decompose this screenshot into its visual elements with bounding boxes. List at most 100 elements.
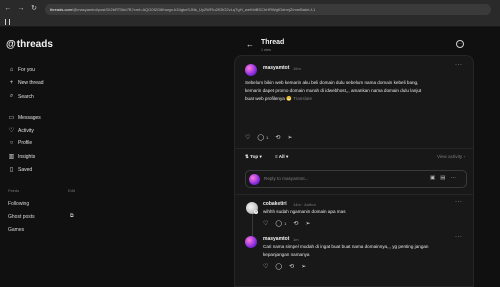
repost-icon[interactable]: ⟲ xyxy=(275,134,280,141)
browser-toolbar: ← → ↻ threads.com/@masyamtot/post/DI2bRT… xyxy=(0,0,500,18)
search-icon: ⌕ xyxy=(9,93,14,99)
reload-icon[interactable]: ↻ xyxy=(29,4,39,14)
reply-body: wihhh sudah ngamanin domain apa mas xyxy=(263,209,346,214)
home-icon: ⌂ xyxy=(9,67,14,73)
reply-username[interactable]: masyamtot xyxy=(263,236,289,242)
repost-icon[interactable]: ⟲ xyxy=(293,220,298,227)
sidebar-item-insights[interactable]: ▥ Insights xyxy=(8,153,36,161)
post-line: buat web profilenya 😁 xyxy=(245,96,292,101)
reply-placeholder: Reply to masyamtot... xyxy=(264,176,309,181)
reply-count: 1 xyxy=(284,221,287,226)
sort-row: ⇅ Top ▾ ≡ All ▾ View activity › xyxy=(245,154,465,162)
sort-top-label: Top xyxy=(250,154,259,159)
post-line: kemarin dapet promo domain murah di idwe… xyxy=(245,88,422,93)
feeds-heading: Feeds xyxy=(8,188,20,193)
feed-item-games[interactable]: Games xyxy=(8,227,24,233)
reply-body: Cari nama simpel mudah di ingat buat bua… xyxy=(263,243,468,259)
heart-icon: ♡ xyxy=(8,128,15,134)
thread-header: ← Thread 1 view ··· xyxy=(234,35,474,57)
reply-username[interactable]: cobaketiri xyxy=(263,201,287,207)
address-bar[interactable]: threads.com/@masyamtot/post/DI2bRT5kb7B?… xyxy=(45,3,491,15)
reply-time: 14m · Author xyxy=(293,201,316,207)
forward-icon[interactable]: → xyxy=(16,4,26,14)
reply-time: 1m xyxy=(293,236,299,242)
like-icon[interactable]: ♡ xyxy=(245,134,250,141)
author-badge: Author xyxy=(304,201,316,207)
back-icon[interactable]: ← xyxy=(3,4,13,14)
post-time: 16m xyxy=(293,65,301,71)
like-icon[interactable]: ♡ xyxy=(263,220,268,227)
feed-item-ghost-posts[interactable]: Ghost posts xyxy=(8,214,35,220)
sort-top-button[interactable]: ⇅ Top ▾ xyxy=(245,154,262,160)
like-icon[interactable]: ♡ xyxy=(263,263,268,270)
sidebar-item-label: Search xyxy=(18,93,34,100)
bookmarks-bar xyxy=(0,18,500,27)
sidebar-item-label: New thread xyxy=(18,80,44,86)
page-title: Thread xyxy=(261,39,285,46)
avatar xyxy=(249,173,260,185)
gif-icon[interactable]: ▤ xyxy=(440,175,445,181)
logo-text: threads xyxy=(16,39,53,50)
sidebar-toggle-icon[interactable] xyxy=(5,19,10,25)
post-actions: ♡ ◯ 1 ⟲ ➢ xyxy=(245,134,299,141)
reply-icon[interactable]: ◯ xyxy=(275,263,282,270)
sidebar-item-label: Messages xyxy=(18,114,41,121)
reply-input[interactable]: Reply to masyamtot... ▣ ▤ ··· xyxy=(245,170,467,188)
divider xyxy=(235,194,473,195)
feed-item-following[interactable]: Following xyxy=(8,201,29,207)
message-icon: ▭ xyxy=(8,115,15,121)
follow-plus-icon[interactable]: + xyxy=(254,210,258,214)
reply-actions: ♡ ◯ ⟲ ➢ xyxy=(263,263,313,270)
avatar[interactable] xyxy=(245,64,257,76)
view-activity-link[interactable]: View activity › xyxy=(437,154,465,159)
url-host: threads.com xyxy=(50,6,73,12)
share-icon[interactable]: ➢ xyxy=(305,220,310,227)
filter-all-button[interactable]: ≡ All ▾ xyxy=(275,154,288,160)
thread-card: masyamtot 16m ··· Sebelum bikin web kema… xyxy=(234,55,474,287)
more-options-icon[interactable]: ··· xyxy=(456,40,464,48)
reply-toolbar: ▣ ▤ ··· xyxy=(430,175,461,181)
share-icon[interactable]: ➢ xyxy=(287,134,292,141)
more-icon[interactable]: ··· xyxy=(450,175,456,181)
reply-line: Cari nama simpel mudah di ingat buat bua… xyxy=(263,244,429,249)
translate-link[interactable]: Translate xyxy=(293,96,312,101)
post-line-last: buat web profilenya 😁 Translate xyxy=(245,95,467,103)
image-icon[interactable]: ▣ xyxy=(430,175,435,181)
sidebar-item-messages[interactable]: ▭ Messages xyxy=(8,114,41,122)
sidebar-item-profile[interactable]: ○ Profile xyxy=(8,140,33,146)
avatar[interactable] xyxy=(245,236,257,248)
sidebar-item-activity[interactable]: ♡ Activity xyxy=(8,127,34,135)
sidebar: @ threads ⌂ For you + New thread ⌕ Searc… xyxy=(0,27,90,287)
arrow-left-icon[interactable]: ← xyxy=(246,40,254,49)
threads-logo[interactable]: @ threads xyxy=(6,39,53,50)
feeds-edit-link[interactable]: Edit xyxy=(68,188,75,193)
filter-all-label: All xyxy=(278,154,285,159)
sidebar-item-search[interactable]: ⌕ Search xyxy=(8,93,34,100)
ghost-icon: ⧉ xyxy=(70,213,74,219)
sidebar-item-for-you[interactable]: ⌂ For you xyxy=(8,67,35,73)
sidebar-item-new-thread[interactable]: + New thread xyxy=(8,80,44,86)
more-icon[interactable]: ··· xyxy=(455,62,463,68)
repost-icon[interactable]: ⟲ xyxy=(289,263,294,270)
reply-icon[interactable]: ◯ xyxy=(257,134,264,141)
avatar[interactable]: + xyxy=(246,202,258,214)
reply-icon[interactable]: ◯ xyxy=(275,220,282,227)
sidebar-item-label: Profile xyxy=(18,140,33,146)
sidebar-item-label: Activity xyxy=(18,127,34,134)
sidebar-item-saved[interactable]: ▯ Saved xyxy=(8,166,33,174)
more-icon[interactable]: ··· xyxy=(455,234,463,240)
more-icon[interactable]: ··· xyxy=(455,199,463,205)
threads-logo-icon: @ xyxy=(6,39,16,50)
post-username[interactable]: masyamtot xyxy=(263,65,289,71)
sidebar-item-label: Saved xyxy=(18,166,33,173)
share-icon[interactable]: ➢ xyxy=(301,263,306,270)
reply-time-value: 14m xyxy=(293,201,301,207)
url-path: /@masyamtot/post/DI2bRT5kb7B?xmt=AQG0f2G… xyxy=(72,6,316,12)
post-body: Sebelum bikin web kemarin aku beli domai… xyxy=(245,79,467,103)
bookmark-icon: ▯ xyxy=(9,167,14,173)
post-line: Sebelum bikin web kemarin aku beli domai… xyxy=(245,80,419,85)
view-count: 1 view xyxy=(261,48,271,52)
sidebar-item-label: Insights xyxy=(18,153,36,160)
profile-icon: ○ xyxy=(9,140,14,146)
reply-actions: ♡ ◯ 1 ⟲ ➢ xyxy=(263,220,317,227)
